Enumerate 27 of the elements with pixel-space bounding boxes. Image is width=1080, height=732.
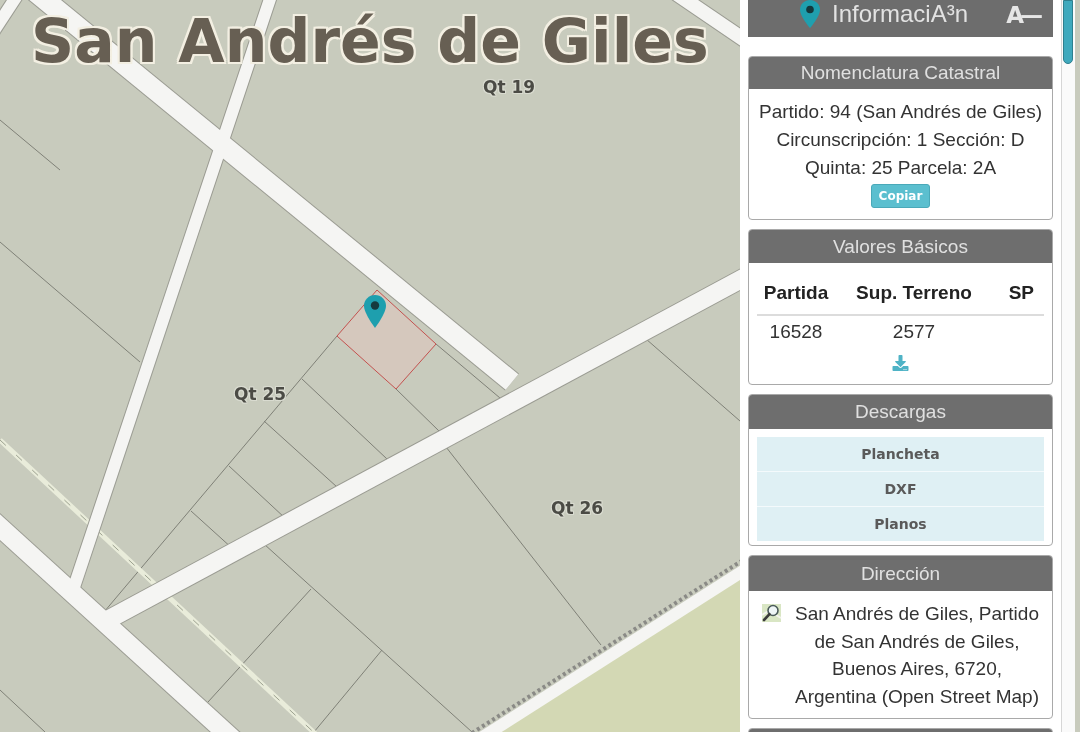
- panel-title: Descargas: [749, 395, 1052, 429]
- panel-title: Dirección: [749, 556, 1052, 591]
- address-text: San Andrés de Giles, Partido de San Andrés de Giles, Buenos Aires, 6720, Argentina (Open Street Map): [794, 602, 1040, 709]
- place-label: San Andrés de Giles: [31, 6, 709, 76]
- block-label: Qt 25: [234, 384, 287, 404]
- map-pin-icon: [800, 0, 820, 28]
- nomenclature-text: Quinta: 25 Parcela: 2A: [803, 156, 998, 180]
- panel-title: Valores Básicos: [749, 230, 1052, 263]
- column-header: SP: [993, 263, 1044, 316]
- column-header: Sup. Terreno: [835, 263, 993, 316]
- font-toggle-button[interactable]: A—: [1006, 0, 1043, 30]
- table-cell-text: 2577: [891, 320, 937, 344]
- download-link[interactable]: Planos: [757, 507, 1044, 541]
- map-search-icon: [762, 603, 782, 623]
- nomenclature-text: Partido: 94 (San Andrés de Giles): [757, 100, 1043, 124]
- street-map[interactable]: [0, 0, 740, 732]
- table-cell-text: 16528: [768, 320, 824, 344]
- location-pin-icon[interactable]: [364, 295, 386, 328]
- block-label: Qt 26: [551, 498, 604, 518]
- panel-title: Nomenclatura Catastral: [749, 57, 1052, 89]
- column-header: Partida: [757, 263, 835, 316]
- block-label: Qt 19: [483, 77, 536, 97]
- scrollbar[interactable]: [1063, 0, 1073, 64]
- panel-heading: InformaciA³n: [832, 0, 969, 27]
- download-link[interactable]: DXF: [757, 472, 1044, 506]
- nomenclature-text: Circunscripción: 1 Sección: D: [775, 128, 1026, 152]
- download-link[interactable]: Plancheta: [757, 437, 1044, 471]
